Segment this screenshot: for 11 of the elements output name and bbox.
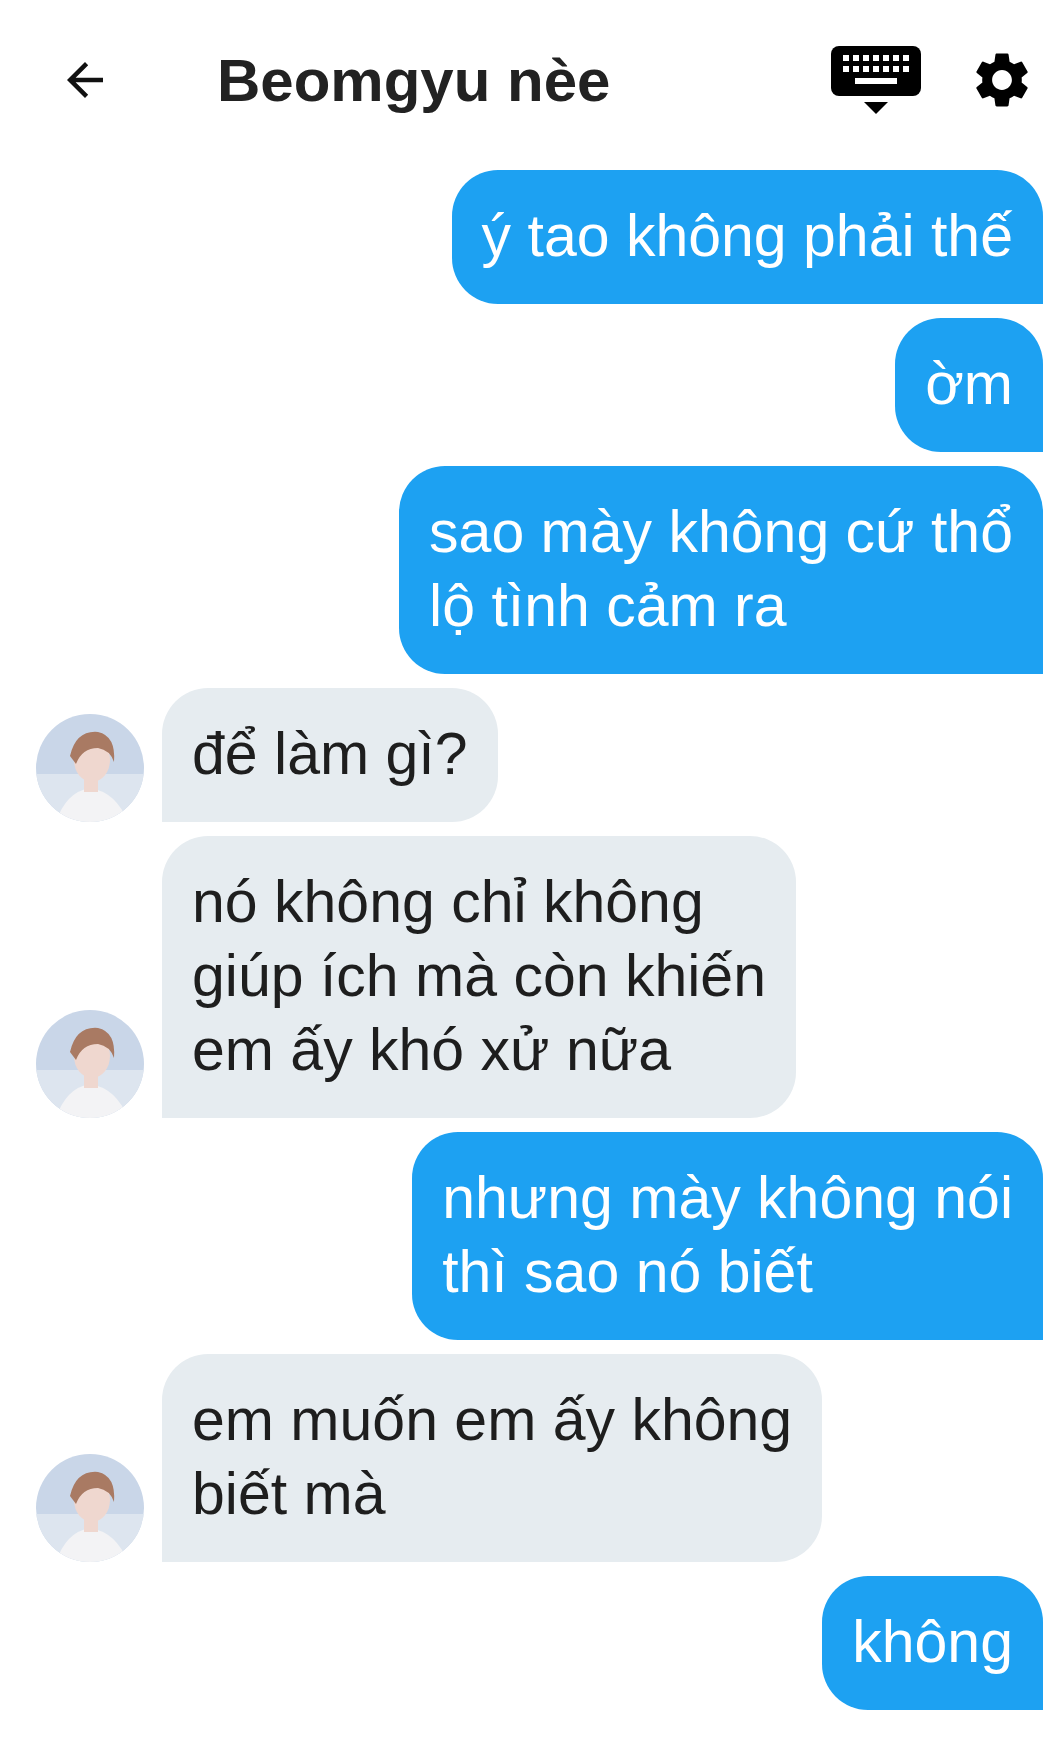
- message-bubble: không: [822, 1576, 1043, 1710]
- message-bubble: ý tao không phải thế: [451, 170, 1043, 304]
- chat-title: Beomgyu nèe: [217, 45, 612, 115]
- message-bubble: ờm: [895, 318, 1043, 452]
- keyboard-icon: [829, 44, 923, 116]
- message-bubble: sao mày không cứ thổ lộ tình cảm ra: [399, 466, 1043, 674]
- message-bubble: nhưng mày không nói thì sao nó biết: [412, 1132, 1043, 1340]
- keyboard-button[interactable]: [829, 44, 923, 116]
- message-bubble: em muốn em ấy không biết mà: [162, 1354, 823, 1562]
- message-bubble: nó không chỉ không giúp ích mà còn khiến em ấy khó xử nữa: [162, 836, 796, 1118]
- message-bubble: để làm gì?: [162, 688, 498, 822]
